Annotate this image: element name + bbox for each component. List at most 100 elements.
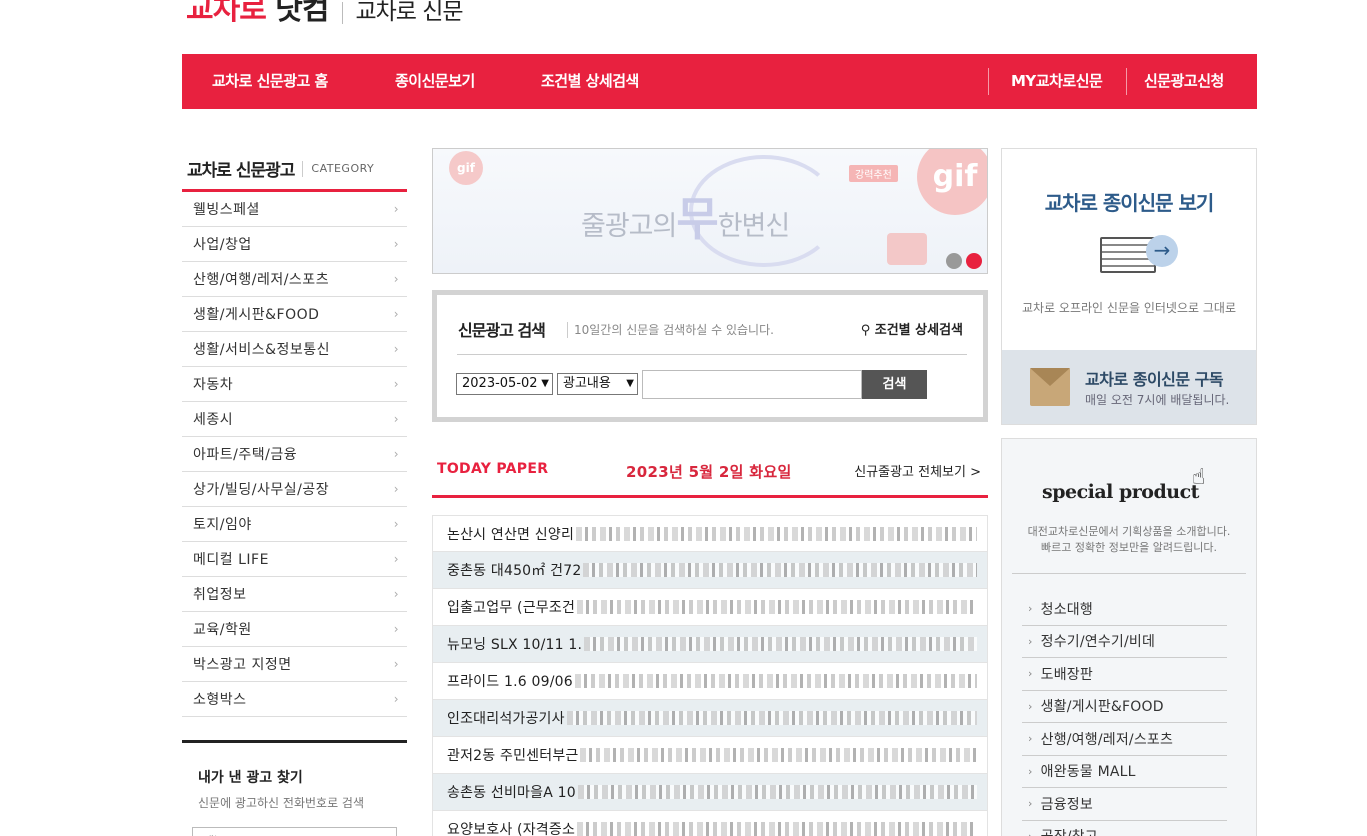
ad-item[interactable]: 프라이드 1.6 09/06 (432, 663, 988, 700)
camera-icon (887, 233, 927, 265)
blurred-text (577, 785, 977, 799)
chevron-right-icon: › (393, 412, 399, 426)
chevron-down-icon: ▼ (626, 378, 634, 389)
site-logo[interactable]: 교차로 닷컴 교차로 신문 (186, 0, 464, 30)
chevron-right-icon: › (1028, 667, 1033, 681)
chevron-right-icon: › (393, 272, 399, 286)
special-item[interactable]: ›공장/창고 (1022, 821, 1227, 836)
subscribe-title: 교차로 종이신문 구독 (1085, 370, 1224, 389)
search-button[interactable]: 검색 (862, 370, 927, 399)
category-item[interactable]: 박스광고 지정면 › (182, 647, 407, 682)
ad-item[interactable]: 관저2동 주민센터부근 (432, 737, 988, 774)
special-divider (1012, 573, 1246, 574)
envelope-icon (1030, 368, 1070, 406)
view-all-new-ads-link[interactable]: 신규줄광고 전체보기 > (854, 461, 981, 480)
category-item[interactable]: 생활/서비스&정보통신 › (182, 332, 407, 367)
category-item[interactable]: 사업/창업 › (182, 227, 407, 262)
category-item[interactable]: 소형박스 › (182, 682, 407, 717)
chevron-right-icon: › (393, 517, 399, 531)
category-item[interactable]: 상가/빌딩/사무실/공장 › (182, 472, 407, 507)
chevron-right-icon: › (393, 447, 399, 461)
ad-item[interactable]: 뉴모닝 SLX 10/11 1. (432, 626, 988, 663)
ad-item[interactable]: 요양보호사 (자격증소 (432, 811, 988, 836)
today-paper-label: TODAY PAPER (437, 461, 549, 477)
ad-item[interactable]: 송촌동 선비마을A 10 (432, 774, 988, 811)
special-item[interactable]: › 산행/여행/레저/스포츠 (1022, 723, 1227, 756)
field-select[interactable]: 광고내용 ▼ (557, 373, 638, 395)
ad-item[interactable]: 논산시 연산면 신양리 (432, 515, 988, 552)
main-nav: 교차로 신문광고 홈 종이신문보기 조건별 상세검색 MY교차로신문 신문광고신… (182, 54, 1257, 109)
today-paper-header: TODAY PAPER 2023년 5월 2일 화요일 신규줄광고 전체보기 > (432, 452, 988, 498)
date-select[interactable]: 2023-05-02 ▼ (456, 373, 553, 395)
category-item[interactable]: 아파트/주택/금융 › (182, 437, 407, 472)
blurred-text (577, 600, 977, 614)
category-item[interactable]: 교육/학원 › (182, 612, 407, 647)
nav-my[interactable]: MY교차로신문 (1011, 54, 1103, 109)
chevron-right-icon: › (393, 202, 399, 216)
category-divider (302, 160, 304, 177)
paper-view-title[interactable]: 교차로 종이신문 보기 (1002, 187, 1256, 216)
category-item[interactable]: 토지/임야 › (182, 507, 407, 542)
special-product-desc: 대전교차로신문에서 기획상품을 소개합니다. 빠르고 정확한 정보만을 알려드립니… (1027, 525, 1231, 554)
category-item[interactable]: 자동차 › (182, 367, 407, 402)
nav-apply[interactable]: 신문광고신청 (1144, 54, 1224, 109)
phone-search-input[interactable]: 예) 010-0000-1234 (192, 827, 397, 836)
slide-dot[interactable] (946, 253, 962, 269)
nav-advanced-search[interactable]: 조건별 상세검색 (541, 54, 639, 109)
special-item[interactable]: › 생활/게시판&FOOD (1022, 691, 1227, 723)
chevron-right-icon: › (393, 482, 399, 496)
special-item[interactable]: › 애완동물 MALL (1022, 756, 1227, 788)
blurred-text (577, 822, 977, 836)
search-icon: ⚲ (860, 323, 871, 338)
slide-dot-active[interactable] (966, 253, 982, 269)
category-item[interactable]: 산행/여행/레저/스포츠 › (182, 262, 407, 297)
advanced-search-link[interactable]: ⚲ 조건별 상세검색 (861, 319, 963, 338)
special-item[interactable]: › 정수기/연수기/비데 (1022, 626, 1227, 658)
logo-main: 교차로 닷컴 (186, 0, 329, 27)
blurred-text (566, 711, 977, 725)
chevron-right-icon: › (1028, 699, 1033, 713)
gif-badge-icon: gif (917, 149, 987, 215)
chevron-right-icon: › (393, 692, 399, 706)
search-desc: 10일간의 신문을 검색하실 수 있습니다. (574, 323, 774, 337)
gif-badge-icon: gif (449, 151, 483, 185)
search-title: 신문광고 검색 (458, 321, 546, 340)
keyword-input[interactable] (642, 370, 862, 399)
category-item[interactable]: 세종시 › (182, 402, 407, 437)
category-item[interactable]: 웰빙스페셜 › (182, 192, 407, 227)
pointing-hand-icon: ☝ (1192, 465, 1206, 490)
chevron-right-icon: › (393, 307, 399, 321)
promo-banner[interactable]: gif 줄광고의무한변신 강력추천 gif (432, 148, 988, 274)
chevron-right-icon: › (393, 587, 399, 601)
category-item[interactable]: 취업정보 › (182, 577, 407, 612)
paper-subscribe[interactable]: 교차로 종이신문 구독 매일 오전 7시에 배달됩니다. (1002, 350, 1256, 424)
special-product-list: › 청소대행 › 정수기/연수기/비데 › 도배장판 › 생활/게시판&FOOD › 산행… (1022, 593, 1227, 836)
special-item[interactable]: › 도배장판 (1022, 658, 1227, 691)
my-ad-title: 내가 낸 광고 찾기 (198, 770, 303, 786)
category-item[interactable]: 생활/게시판&FOOD › (182, 297, 407, 332)
arrow-right-icon: → (1146, 235, 1178, 267)
category-title-en: CATEGORY (311, 162, 375, 175)
paper-view-desc: 교차로 오프라인 신문을 인터넷으로 그대로 (1022, 301, 1236, 315)
banner-headline: 줄광고의무한변신 (581, 192, 790, 246)
blurred-text (574, 674, 977, 688)
my-ad-finder: 내가 낸 광고 찾기 신문에 광고하신 전화번호로 검색 예) 010-0000… (182, 740, 407, 836)
ad-item[interactable]: 중촌동 대450㎡ 건72 (432, 552, 988, 589)
nav-home[interactable]: 교차로 신문광고 홈 (212, 54, 328, 109)
chevron-down-icon: ▼ (541, 378, 549, 389)
nav-paper-view[interactable]: 종이신문보기 (395, 54, 475, 109)
chevron-right-icon: › (393, 657, 399, 671)
search-divider (567, 322, 568, 338)
chevron-right-icon: › (1028, 634, 1033, 648)
ad-item[interactable]: 인조대리석가공기사 (432, 700, 988, 737)
chevron-right-icon: › (393, 377, 399, 391)
category-header: 교차로 신문광고 CATEGORY (182, 148, 407, 192)
special-item[interactable]: › 청소대행 (1022, 593, 1227, 626)
logo-divider (342, 2, 344, 24)
ad-item[interactable]: 입출고업무 (근무조건 (432, 589, 988, 626)
paper-view-box: 교차로 종이신문 보기 → 교차로 오프라인 신문을 인터넷으로 그대로 교차로… (1001, 148, 1257, 425)
special-item[interactable]: › 금융정보 (1022, 788, 1227, 821)
category-title: 교차로 신문광고 (187, 161, 295, 181)
subscribe-desc: 매일 오전 7시에 배달됩니다. (1085, 393, 1230, 407)
category-item[interactable]: 메디컬 LIFE › (182, 542, 407, 577)
